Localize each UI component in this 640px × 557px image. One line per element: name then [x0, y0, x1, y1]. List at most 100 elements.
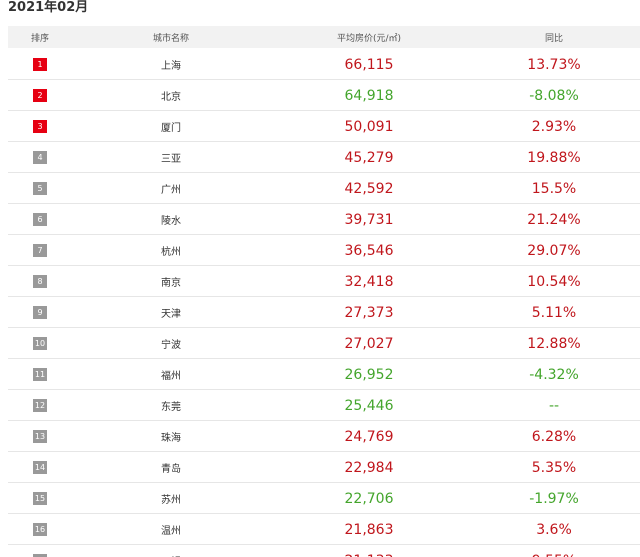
yoy-cell: 13.73%: [468, 48, 640, 80]
city-name: 北京: [161, 92, 181, 103]
average-price: 27,027: [344, 336, 394, 352]
table-row: 7 杭州 36,546 29.07%: [8, 234, 640, 266]
yoy-cell: -8.08%: [468, 79, 640, 111]
average-price: 45,279: [344, 150, 394, 166]
yoy-cell: 29.07%: [468, 234, 640, 266]
yoy-change: 9.55%: [532, 553, 576, 557]
yoy-cell: 2.93%: [468, 110, 640, 142]
city-name: 东莞: [161, 402, 181, 413]
average-price: 36,546: [344, 243, 394, 259]
table-row: 11 福州 26,952 -4.32%: [8, 358, 640, 390]
rank-cell: 3: [8, 110, 72, 142]
city-name: 天津: [161, 309, 181, 320]
city-cell: 杭州: [72, 234, 270, 266]
yoy-change: 2.93%: [531, 119, 577, 135]
table-row: 10 宁波 27,027 12.88%: [8, 327, 640, 359]
yoy-change: 12.88%: [527, 336, 581, 352]
price-cell: 26,952: [270, 358, 468, 390]
rank-badge: 8: [33, 275, 47, 288]
average-price: 66,115: [344, 56, 394, 73]
rank-cell: 15: [8, 482, 72, 514]
average-price: 22,706: [344, 491, 394, 507]
average-price: 39,731: [344, 212, 394, 228]
rank-badge: 5: [33, 182, 47, 195]
table-row: 14 青岛 22,984 5.35%: [8, 451, 640, 483]
city-name: 福州: [161, 371, 181, 382]
rank-badge: 15: [33, 492, 47, 505]
city-name: 陵水: [161, 216, 181, 227]
rank-badge: 6: [33, 213, 47, 226]
city-name: 广州: [161, 185, 181, 196]
city-cell: 珠海: [72, 420, 270, 452]
price-cell: 66,115: [270, 48, 468, 80]
yoy-change: 21.24%: [527, 212, 581, 228]
rank-cell: 14: [8, 451, 72, 483]
city-cell: 广州: [72, 172, 270, 204]
table-row: 1 上海 66,115 13.73%: [8, 48, 640, 80]
header-price: 平均房价(元/㎡): [336, 33, 402, 44]
table-row: 8 南京 32,418 10.54%: [8, 265, 640, 297]
yoy-cell: -4.32%: [468, 358, 640, 390]
city-name: 珠海: [161, 433, 181, 444]
city-name: 三亚: [161, 154, 181, 165]
yoy-cell: 21.24%: [468, 203, 640, 235]
price-cell: 27,027: [270, 327, 468, 359]
city-name: 青岛: [161, 464, 181, 475]
page-title: 2021年02月: [8, 0, 89, 15]
average-price: 25,446: [344, 398, 394, 414]
table-row: 16 温州 21,863 3.6%: [8, 513, 640, 545]
city-cell: 青岛: [72, 451, 270, 483]
rank-badge: 12: [33, 399, 47, 412]
rank-cell: 13: [8, 420, 72, 452]
average-price: 42,592: [344, 181, 394, 197]
average-price: 24,769: [344, 429, 394, 445]
price-cell: 64,918: [270, 79, 468, 111]
rank-cell: 8: [8, 265, 72, 297]
city-cell: 南京: [72, 265, 270, 297]
yoy-cell: 10.54%: [468, 265, 640, 297]
yoy-change: 13.73%: [527, 56, 581, 73]
city-cell: 厦门: [72, 110, 270, 142]
yoy-change: 3.6%: [536, 522, 572, 538]
rank-cell: 6: [8, 203, 72, 235]
city-name: 上海: [161, 60, 181, 72]
header-yoy: 同比: [544, 33, 563, 44]
page: 2021年02月 排序 城市名称 平均房价(元/㎡) 同比 1 上海 66,115 1…: [0, 0, 640, 557]
price-cell: 45,279: [270, 141, 468, 173]
price-cell: 42,592: [270, 172, 468, 204]
yoy-cell: 15.5%: [468, 172, 640, 204]
average-price: 26,952: [344, 367, 394, 383]
yoy-change: 5.11%: [531, 305, 577, 321]
yoy-cell: 6.28%: [468, 420, 640, 452]
rank-cell: 16: [8, 513, 72, 545]
price-cell: 22,706: [270, 482, 468, 514]
yoy-cell: 12.88%: [468, 327, 640, 359]
rank-cell: 17: [8, 544, 72, 557]
rank-badge: 1: [33, 57, 47, 71]
average-price: 21,863: [344, 522, 394, 538]
city-cell: 无锡: [72, 544, 270, 557]
city-cell: 北京: [72, 79, 270, 111]
yoy-cell: 19.88%: [468, 141, 640, 173]
average-price: 32,418: [344, 274, 394, 290]
rank-badge: 9: [33, 306, 47, 319]
yoy-cell: --: [468, 389, 640, 421]
city-cell: 陵水: [72, 203, 270, 235]
rank-cell: 2: [8, 79, 72, 111]
rank-badge: 14: [33, 461, 47, 474]
yoy-change: --: [548, 398, 560, 414]
city-name: 宁波: [161, 340, 181, 351]
average-price: 22,984: [344, 460, 394, 476]
price-cell: 36,546: [270, 234, 468, 266]
table-row: 13 珠海 24,769 6.28%: [8, 420, 640, 452]
city-cell: 宁波: [72, 327, 270, 359]
rank-badge: 13: [33, 430, 47, 443]
yoy-cell: 5.11%: [468, 296, 640, 328]
rank-cell: 7: [8, 234, 72, 266]
yoy-cell: -1.97%: [468, 482, 640, 514]
table-row: 3 厦门 50,091 2.93%: [8, 110, 640, 142]
price-cell: 21,133: [270, 544, 468, 557]
house-price-ranking-table: 排序 城市名称 平均房价(元/㎡) 同比 1 上海 66,115 13.73% 2 北京 6…: [8, 26, 640, 557]
average-price: 27,373: [344, 305, 394, 321]
price-cell: 39,731: [270, 203, 468, 235]
